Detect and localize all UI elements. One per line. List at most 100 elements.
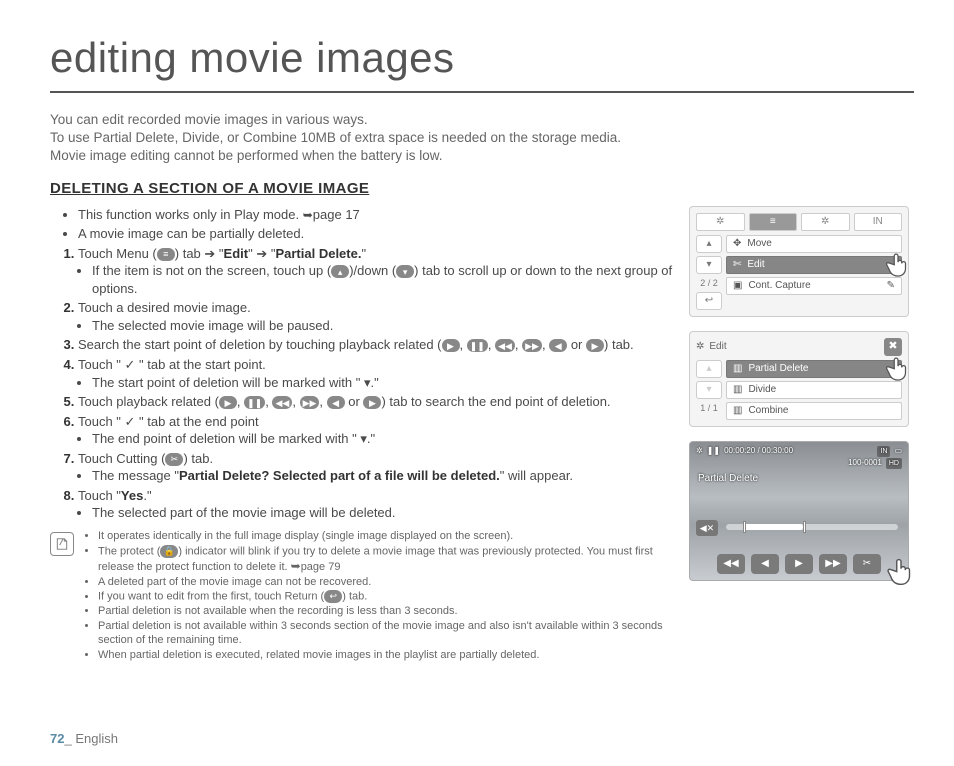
note-1: It operates identically in the full imag… xyxy=(98,530,675,544)
step-1: Touch Menu (≡) tab ➔ "Edit" ➔ "Partial D… xyxy=(78,245,675,298)
hd-badge: HD xyxy=(886,458,902,469)
file-number: 100-0001 xyxy=(848,458,882,469)
figure-video-editor: ✲ ❚❚ 00:00:20 / 00:30:00 IN ▭ 100-0001 H… xyxy=(689,441,909,581)
step-fwd-icon: ▶ xyxy=(586,339,604,352)
step-text: Touch Menu (≡) tab ➔ "Edit" ➔ "Partial D… xyxy=(78,246,366,261)
rewind-button[interactable]: ◀◀ xyxy=(717,554,745,574)
intro-paragraph: You can edit recorded movie images in va… xyxy=(50,111,914,166)
note-2: The protect (🔒) indicator will blink if … xyxy=(98,545,675,575)
pause-icon: ❚❚ xyxy=(707,446,720,457)
rewind-icon: ◀◀ xyxy=(495,339,515,352)
preamble-bullets: This function works only in Play mode. p… xyxy=(50,206,675,243)
pointer-hand-icon xyxy=(883,251,913,281)
play-icon: ▶ xyxy=(442,339,460,352)
row-label: Divide xyxy=(748,383,776,397)
step-text: Touch playback related (▶, ❚❚, ◀◀, ▶▶, ◀… xyxy=(78,394,611,409)
edit-label: Edit xyxy=(224,246,249,261)
step-list: Touch Menu (≡) tab ➔ "Edit" ➔ "Partial D… xyxy=(50,245,675,522)
up-icon: ▴ xyxy=(331,265,349,278)
reel-icon: ✲ xyxy=(696,446,703,457)
mute-button[interactable]: ◀✕ xyxy=(696,520,718,536)
note-4: If you want to edit from the first, touc… xyxy=(98,590,675,604)
partial-delete-icon: ▥ xyxy=(733,362,742,376)
note-icon xyxy=(50,532,74,556)
divide-icon: ▥ xyxy=(733,383,742,397)
fig1-back-button[interactable]: ↩ xyxy=(696,292,722,310)
page-ref-icon xyxy=(291,561,301,573)
step-text: Search the start point of deletion by to… xyxy=(78,337,634,352)
step-forward-button[interactable]: ▶▶ xyxy=(819,554,847,574)
partial-delete-label: Partial Delete. xyxy=(275,246,361,261)
step-6-sub: The end point of deletion will be marked… xyxy=(92,430,675,448)
step-4-sub: The start point of deletion will be mark… xyxy=(92,374,675,392)
move-icon: ✥ xyxy=(733,237,741,251)
fig1-reel-tab[interactable]: ✲ xyxy=(696,213,745,231)
cut-button[interactable]: ✂ xyxy=(853,554,881,574)
step-text: Touch Cutting (✂) tab. xyxy=(78,451,213,466)
page-title: editing movie images xyxy=(50,30,914,93)
scissors-icon: ✂ xyxy=(165,453,183,466)
marker-end[interactable] xyxy=(803,521,806,533)
page-ref: page 17 xyxy=(313,207,360,222)
return-icon: ↩ xyxy=(324,590,342,603)
fig1-row-move[interactable]: ✥ Move xyxy=(726,235,902,253)
play-icon: ▶ xyxy=(219,396,237,409)
play-button[interactable]: ▶ xyxy=(785,554,813,574)
pointer-hand-icon xyxy=(883,355,913,385)
pointer-hand-icon xyxy=(884,556,918,590)
fig2-row-combine[interactable]: ▥ Combine xyxy=(726,402,902,420)
fig2-close-button[interactable]: ✖ xyxy=(884,338,902,356)
down-icon: ▾ xyxy=(396,265,414,278)
page-ref-icon xyxy=(303,207,313,222)
pause-icon: ❚❚ xyxy=(244,396,265,409)
fig1-row-edit[interactable]: ✄ Edit xyxy=(726,256,902,274)
row-label: Cont. Capture xyxy=(748,279,810,293)
fig1-up-button[interactable]: ▴ xyxy=(696,235,722,253)
marker-start[interactable] xyxy=(743,521,746,533)
capture-icon: ▣ xyxy=(733,279,742,293)
fig2-row-partial-delete[interactable]: ▥ Partial Delete xyxy=(726,360,902,378)
timestamp: 00:00:20 / 00:30:00 xyxy=(724,446,793,457)
in-badge: IN xyxy=(877,446,890,457)
edit-icon: ✄ xyxy=(733,258,741,272)
fig2-row-divide[interactable]: ▥ Divide xyxy=(726,381,902,399)
step-back-button[interactable]: ◀ xyxy=(751,554,779,574)
intro-line-3: Movie image editing cannot be performed … xyxy=(50,147,914,165)
fig2-up-button[interactable]: ▴ xyxy=(696,360,722,378)
fig1-tab-list[interactable]: ≡ xyxy=(749,213,798,231)
note-3: A deleted part of the movie image can no… xyxy=(98,576,675,590)
step-text: Touch " ✓ " tab at the start point. xyxy=(78,357,266,372)
progress-bar[interactable] xyxy=(726,524,898,530)
step-back-icon: ◀ xyxy=(327,396,345,409)
step-1-sub: If the item is not on the screen, touch … xyxy=(92,262,675,297)
row-label: Partial Delete xyxy=(748,362,808,376)
note-box: It operates identically in the full imag… xyxy=(50,530,675,664)
fig1-tab-in[interactable]: IN xyxy=(854,213,903,231)
bullet-partial-delete: A movie image can be partially deleted. xyxy=(78,225,675,243)
card-icon: ▭ xyxy=(894,446,902,457)
combine-icon: ▥ xyxy=(733,404,742,418)
fig2-down-button[interactable]: ▾ xyxy=(696,381,722,399)
step-8-sub: The selected part of the movie image wil… xyxy=(92,504,675,522)
step-2-sub: The selected movie image will be paused. xyxy=(92,317,675,335)
forward-icon: ▶▶ xyxy=(300,396,320,409)
step-text: Touch a desired movie image. xyxy=(78,300,251,315)
fig1-row-cont-capture[interactable]: ▣ Cont. Capture ✎ xyxy=(726,277,902,295)
fig1-down-button[interactable]: ▾ xyxy=(696,256,722,274)
confirm-message: Partial Delete? Selected part of a file … xyxy=(179,468,500,483)
lock-icon: 🔒 xyxy=(160,545,178,558)
step-text: Touch " ✓ " tab at the end point xyxy=(78,414,259,429)
intro-line-1: You can edit recorded movie images in va… xyxy=(50,111,914,129)
reel-icon: ✲ xyxy=(696,340,704,354)
mode-label: Partial Delete xyxy=(698,472,758,486)
pause-icon: ❚❚ xyxy=(467,339,488,352)
page-footer: 72_ English xyxy=(50,730,118,748)
step-back-icon: ◀ xyxy=(549,339,567,352)
row-label: Combine xyxy=(748,404,788,418)
fig1-tab-settings[interactable]: ✲ xyxy=(801,213,850,231)
note-5: Partial deletion is not available when t… xyxy=(98,605,675,619)
note-6: Partial deletion is not available within… xyxy=(98,620,675,648)
step-5: Touch playback related (▶, ❚❚, ◀◀, ▶▶, ◀… xyxy=(78,393,675,411)
step-fwd-icon: ▶ xyxy=(363,396,381,409)
check-icon: ✓ xyxy=(125,414,136,429)
